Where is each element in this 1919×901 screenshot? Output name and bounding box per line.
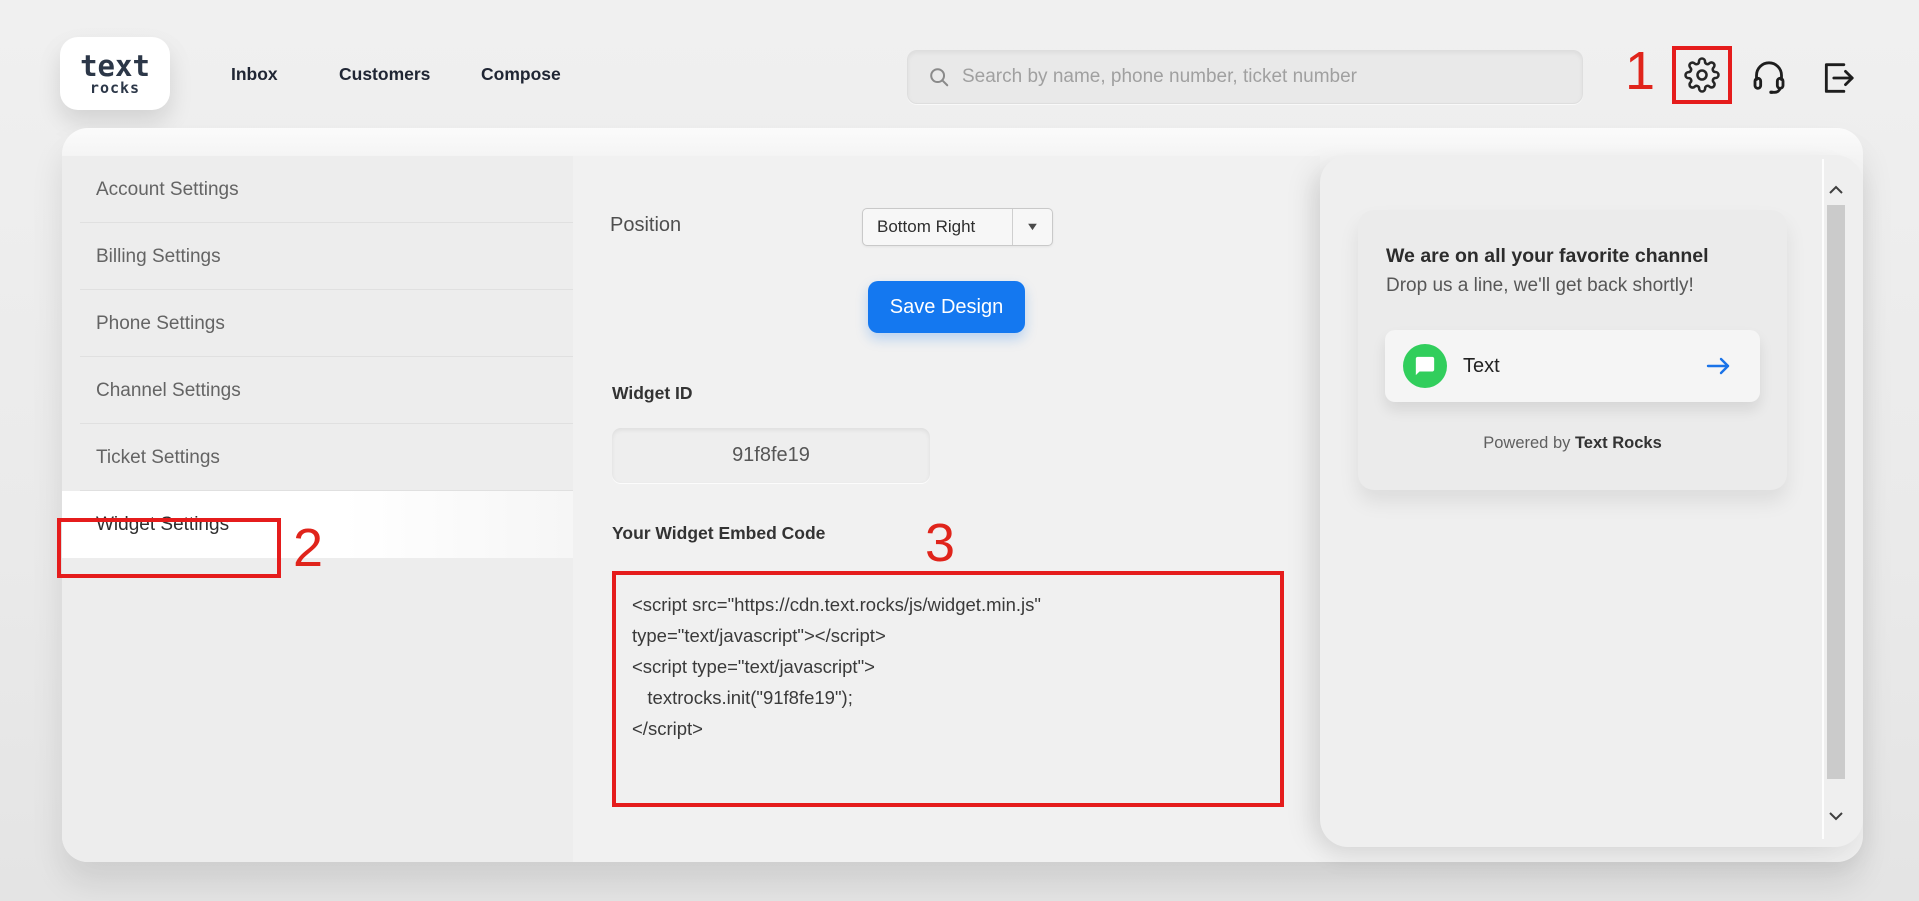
embed-code-box[interactable]: <script src="https://cdn.text.rocks/js/w… (612, 571, 1284, 807)
position-dropdown[interactable]: Bottom Right ▼ (862, 208, 1053, 246)
support-headset-icon[interactable] (1749, 57, 1789, 97)
sidebar-item-phone-settings[interactable]: Phone Settings (62, 290, 573, 357)
search-bar[interactable] (907, 50, 1583, 104)
embed-code-label: Your Widget Embed Code (612, 523, 825, 544)
settings-annotation-box[interactable] (1672, 46, 1732, 104)
arrow-right-icon (1704, 354, 1734, 378)
widget-settings-main: Position Bottom Right ▼ Save Design Widg… (573, 156, 1320, 862)
app-logo[interactable]: text rocks (60, 37, 170, 110)
annotation-step-2: 2 (288, 519, 328, 577)
contact-card-title: We are on all your favorite channel (1386, 245, 1759, 268)
position-label: Position (610, 214, 681, 237)
sidebar-item-ticket-settings[interactable]: Ticket Settings (62, 424, 573, 491)
powered-by-brand: Text Rocks (1575, 434, 1662, 452)
logo-rocks: rocks (90, 80, 140, 96)
scroll-up-icon[interactable] (1828, 185, 1844, 195)
position-dropdown-value: Bottom Right (863, 217, 1012, 237)
logo-text: text (80, 52, 150, 80)
embed-code-text: <script src="https://cdn.text.rocks/js/w… (632, 589, 1264, 744)
channel-label: Text (1463, 355, 1704, 378)
dropdown-arrow-cell[interactable]: ▼ (1012, 209, 1052, 245)
annotation-step-3: 3 (918, 514, 962, 572)
widget-settings-screen: text rocks Inbox Customers Compose 1 Acc… (0, 0, 1919, 901)
contact-card: We are on all your favorite channel Drop… (1358, 210, 1787, 490)
help-panel: We are on all your favorite channel Drop… (1320, 155, 1863, 847)
search-icon (928, 66, 950, 88)
sidebar-item-label: Ticket Settings (96, 447, 220, 469)
sidebar-item-label: Phone Settings (96, 313, 225, 335)
settings-sidebar: Account Settings Billing Settings Phone … (62, 156, 573, 862)
widget-id-label: Widget ID (612, 383, 693, 404)
widget-id-value: 91f8fe19 (732, 444, 810, 467)
nav-inbox[interactable]: Inbox (231, 64, 278, 85)
nav-customers[interactable]: Customers (339, 64, 430, 85)
sidebar-item-account-settings[interactable]: Account Settings (62, 156, 573, 223)
sidebar-item-channel-settings[interactable]: Channel Settings (62, 357, 573, 424)
powered-by-prefix: Powered by (1483, 434, 1575, 452)
contact-card-subtitle: Drop us a line, we'll get back shortly! (1386, 275, 1759, 297)
chat-bubble-icon (1403, 344, 1447, 388)
sidebar-item-billing-settings[interactable]: Billing Settings (62, 223, 573, 290)
gear-icon[interactable] (1684, 57, 1720, 93)
sidebar-item-label: Channel Settings (96, 380, 241, 402)
logout-icon[interactable] (1818, 58, 1858, 98)
settings-content-container: Account Settings Billing Settings Phone … (62, 128, 1863, 862)
search-input[interactable] (962, 66, 1582, 88)
nav-compose[interactable]: Compose (481, 64, 561, 85)
text-channel-button[interactable]: Text (1385, 330, 1760, 402)
save-design-button[interactable]: Save Design (868, 281, 1025, 333)
scrollbar-thumb[interactable] (1827, 205, 1845, 779)
annotation-step-1: 1 (1620, 42, 1660, 100)
chevron-down-icon: ▼ (1025, 221, 1040, 233)
vertical-scrollbar[interactable] (1822, 159, 1846, 839)
scroll-down-icon[interactable] (1828, 811, 1844, 821)
sidebar-item-label: Account Settings (96, 179, 239, 201)
sidebar-item-label: Widget Settings (96, 514, 229, 536)
powered-by: Powered by Text Rocks (1358, 434, 1787, 453)
sidebar-item-label: Billing Settings (96, 246, 221, 268)
widget-id-field[interactable]: 91f8fe19 (612, 428, 930, 483)
